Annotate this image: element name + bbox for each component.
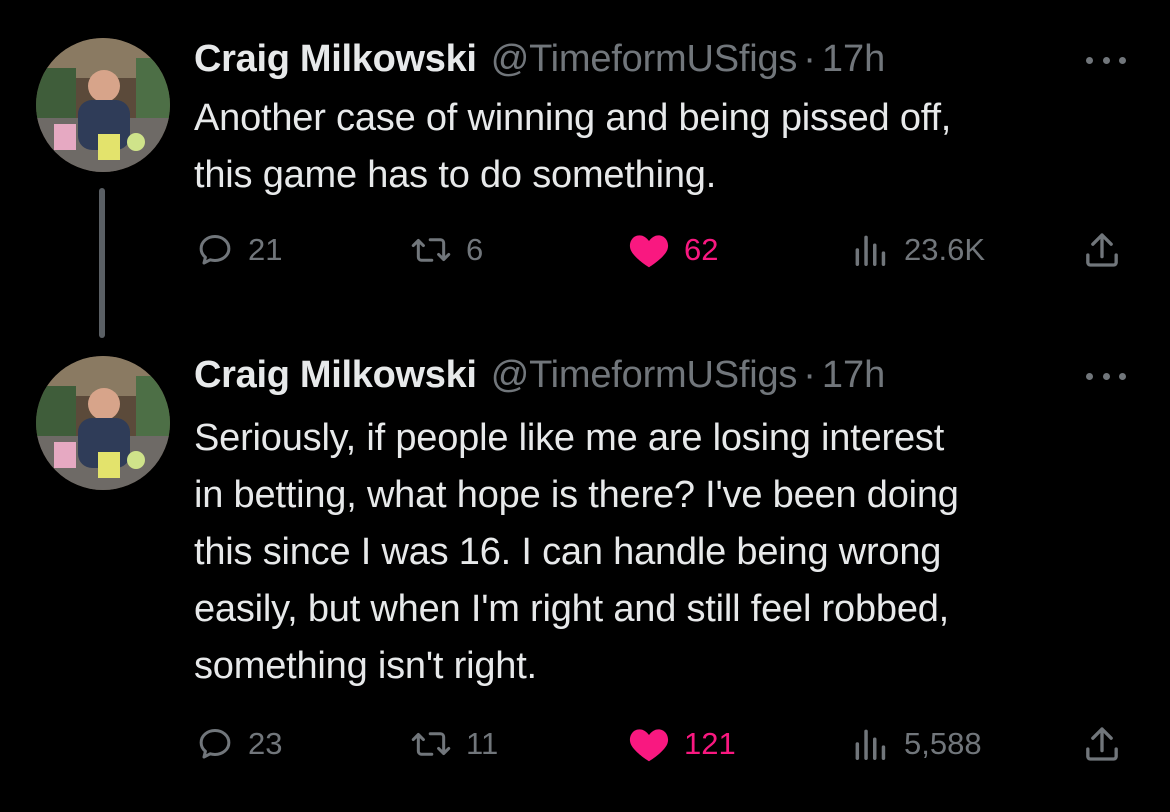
retweet-button[interactable]: 6 (410, 228, 483, 272)
retweet-arrows-icon (410, 725, 452, 763)
tweet-text-line: Another case of winning and being pissed… (194, 97, 952, 139)
retweet-button[interactable]: 11 (410, 722, 498, 766)
view-count: 5,588 (904, 726, 982, 761)
like-button[interactable]: 62 (628, 228, 718, 272)
avatar-photo (36, 356, 170, 490)
ellipsis-icon (1102, 372, 1110, 380)
retweet-count: 11 (466, 726, 499, 761)
ellipsis-icon (1086, 372, 1093, 380)
tweet-thread: Craig Milkowski @TimeformUSfigs · 17h An… (0, 0, 1170, 812)
avatar[interactable] (36, 356, 170, 490)
tweet-header: Craig Milkowski @TimeformUSfigs · 17h (194, 36, 1110, 82)
like-count: 62 (684, 232, 719, 267)
reply-bubble-icon (196, 231, 234, 269)
like-button[interactable]: 121 (628, 722, 736, 766)
views-button[interactable]: 5,588 (850, 722, 982, 766)
like-count: 121 (684, 726, 736, 761)
tweet-2[interactable]: Craig Milkowski @TimeformUSfigs · 17h Se… (0, 330, 1170, 812)
tweet-timestamp[interactable]: 17h (822, 36, 885, 82)
author-name[interactable]: Craig Milkowski (194, 36, 477, 82)
heart-filled-icon (628, 231, 670, 269)
heart-filled-icon (628, 725, 670, 763)
avatar-photo (36, 38, 170, 172)
tweet-1[interactable]: Craig Milkowski @TimeformUSfigs · 17h An… (0, 0, 1170, 338)
tweet-header: Craig Milkowski @TimeformUSfigs · 17h (194, 352, 1110, 398)
ellipsis-icon (1102, 56, 1110, 64)
ellipsis-icon (1119, 56, 1126, 64)
more-options-button[interactable] (1086, 50, 1126, 70)
author-name[interactable]: Craig Milkowski (194, 352, 477, 398)
tweet-text-line: Seriously, if people like me are losing … (194, 417, 945, 459)
tweet-timestamp[interactable]: 17h (822, 352, 885, 398)
author-handle[interactable]: @TimeformUSfigs (491, 352, 798, 398)
tweet-actions: 23 11 121 5,588 (0, 714, 1170, 774)
share-button[interactable] (1082, 228, 1122, 272)
reply-button[interactable]: 21 (196, 228, 282, 272)
share-upload-icon (1082, 724, 1122, 764)
share-upload-icon (1082, 230, 1122, 270)
views-button[interactable]: 23.6K (850, 228, 985, 272)
separator-dot: · (803, 38, 816, 80)
tweet-text-line: something isn't right. (194, 645, 537, 687)
reply-count: 23 (248, 726, 283, 761)
avatar[interactable] (36, 38, 170, 172)
reply-button[interactable]: 23 (196, 722, 282, 766)
share-button[interactable] (1082, 722, 1122, 766)
ellipsis-icon (1119, 372, 1126, 380)
author-handle[interactable]: @TimeformUSfigs (491, 36, 798, 82)
tweet-text-line: this since I was 16. I can handle being … (194, 531, 942, 573)
tweet-actions: 21 6 62 23.6K (0, 220, 1170, 280)
tweet-text-line: easily, but when I'm right and still fee… (194, 588, 950, 630)
tweet-text: Another case of winning and being pissed… (194, 90, 1130, 204)
more-options-button[interactable] (1086, 366, 1126, 386)
separator-dot: · (803, 354, 816, 396)
reply-bubble-icon (196, 725, 234, 763)
ellipsis-icon (1086, 56, 1093, 64)
reply-count: 21 (248, 232, 283, 267)
view-count: 23.6K (904, 232, 986, 267)
bar-chart-icon (850, 725, 890, 763)
bar-chart-icon (850, 231, 890, 269)
retweet-arrows-icon (410, 231, 452, 269)
tweet-text-line: in betting, what hope is there? I've bee… (194, 474, 959, 516)
tweet-text: Seriously, if people like me are losing … (194, 410, 1130, 695)
retweet-count: 6 (466, 232, 484, 267)
tweet-text-line: this game has to do something. (194, 154, 717, 196)
